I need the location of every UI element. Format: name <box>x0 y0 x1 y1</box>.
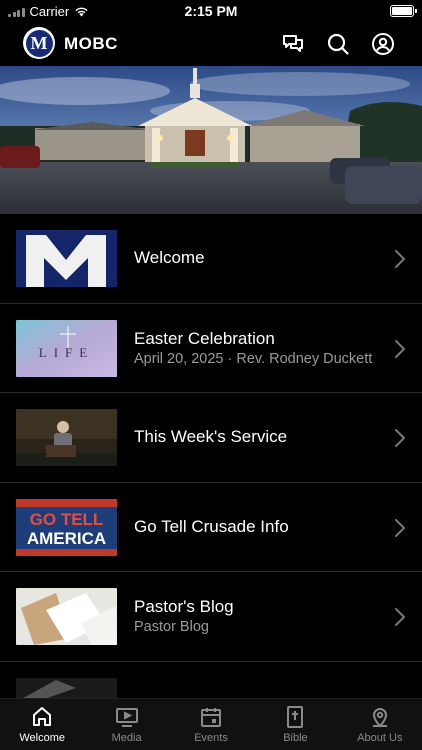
welcome-thumbnail <box>16 230 117 287</box>
tab-label: Welcome <box>19 732 66 744</box>
chevron-right-icon <box>394 607 406 627</box>
tab-events[interactable]: Events <box>169 699 253 750</box>
tab-welcome[interactable]: Welcome <box>0 699 84 750</box>
tab-bar: Welcome Media Events Bible About Us <box>0 698 422 750</box>
list-item-welcome[interactable]: Welcome <box>0 214 422 304</box>
chat-icon[interactable] <box>281 32 305 56</box>
chevron-right-icon <box>394 249 406 269</box>
item-title: Pastor's Blog <box>134 597 234 617</box>
tab-label: About Us <box>357 732 403 744</box>
church-logo[interactable]: M <box>23 27 55 59</box>
battery-icon <box>390 5 417 17</box>
item-title: Welcome <box>134 248 205 268</box>
hero-church-photo <box>0 66 422 214</box>
tab-media[interactable]: Media <box>84 699 168 750</box>
go-tell-thumbnail: GO TELL AMERICA <box>16 498 117 556</box>
life-text: LIFE <box>39 345 94 360</box>
tab-label: Events <box>194 732 228 744</box>
tab-label: Media <box>111 732 142 744</box>
go-tell-line2: AMERICA <box>27 529 106 548</box>
list-item-this-weeks-service[interactable]: This Week's Service <box>0 393 422 483</box>
list-item-go-tell-crusade[interactable]: GO TELL AMERICA Go Tell Crusade Info <box>0 483 422 572</box>
app-header: M MOBC <box>0 22 422 66</box>
go-tell-line1: GO TELL <box>30 510 104 529</box>
list-item-pastors-blog[interactable]: Pastor's Blog Pastor Blog <box>0 572 422 662</box>
account-icon[interactable] <box>371 32 395 56</box>
easter-thumbnail: LIFE <box>16 319 117 377</box>
list-item-easter-celebration[interactable]: LIFE Easter Celebration April 20, 2025 ·… <box>0 304 422 393</box>
status-time: 2:15 PM <box>184 3 238 19</box>
location-pin-icon <box>372 708 387 728</box>
tab-about-us[interactable]: About Us <box>338 699 422 750</box>
content-list: Welcome LIFE Easter Celebration April 20… <box>0 214 422 662</box>
tab-bible[interactable]: Bible <box>253 699 337 750</box>
bible-icon <box>287 706 304 728</box>
chevron-right-icon <box>394 428 406 448</box>
item-subtitle: Pastor Blog <box>134 619 209 636</box>
chevron-right-icon <box>394 339 406 359</box>
item-title: This Week's Service <box>134 427 288 447</box>
media-icon <box>115 708 138 727</box>
item-subtitle: April 20, 2025 · Rev. Rodney Duckett <box>134 350 373 367</box>
home-icon <box>33 707 52 726</box>
status-bar: Carrier 2:15 PM <box>0 0 422 22</box>
app-title: MOBC <box>64 34 118 53</box>
item-title: Easter Celebration <box>134 328 275 348</box>
blog-thumbnail <box>16 588 117 645</box>
calendar-icon <box>201 708 222 727</box>
item-title: Go Tell Crusade Info <box>134 516 289 536</box>
chevron-right-icon <box>394 518 406 538</box>
search-icon[interactable] <box>326 32 350 56</box>
tab-label: Bible <box>283 732 308 744</box>
logo-letter: M <box>25 29 53 57</box>
service-thumbnail <box>16 409 117 466</box>
